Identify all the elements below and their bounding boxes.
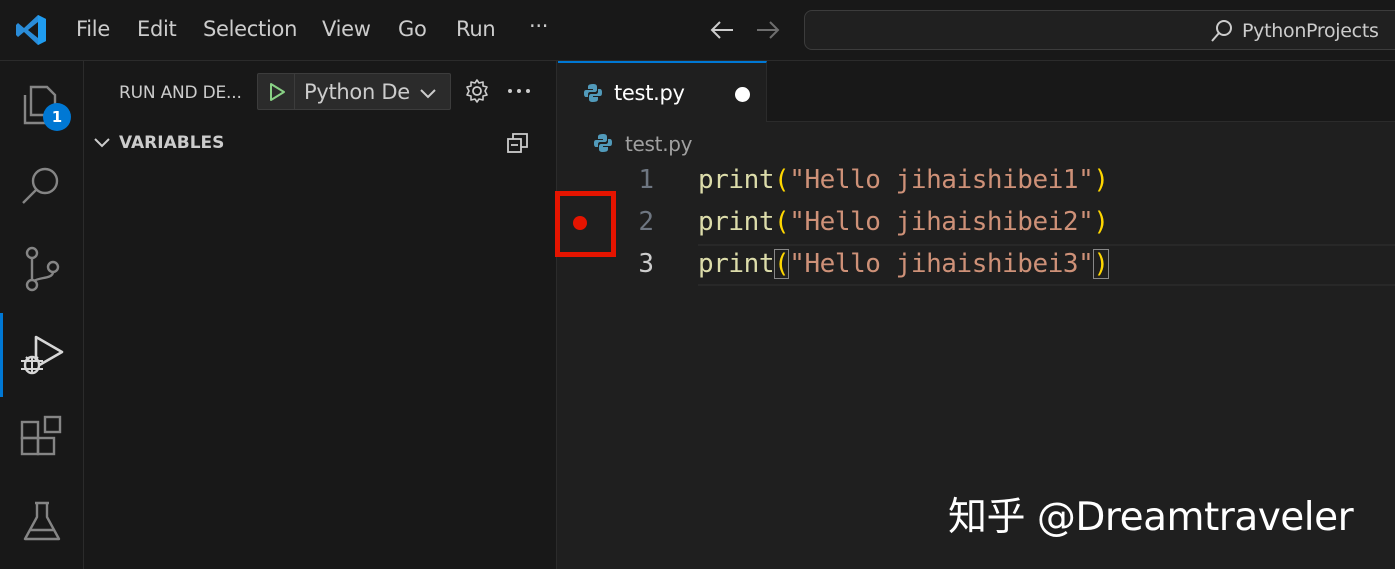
menu-edit[interactable]: Edit (137, 17, 177, 41)
launch-config-label: Python De (304, 80, 410, 104)
menu-more[interactable]: ··· (529, 14, 548, 38)
unsaved-indicator[interactable] (735, 87, 750, 102)
back-arrow-icon[interactable] (707, 15, 737, 45)
divider (294, 74, 295, 109)
tab-label: test.py (614, 81, 685, 105)
forward-arrow-icon[interactable] (753, 15, 783, 45)
python-file-icon (584, 84, 602, 102)
run-debug-icon[interactable] (17, 329, 67, 379)
workspace-name: PythonProjects (1242, 20, 1379, 42)
extensions-icon[interactable] (17, 413, 67, 463)
menu-go[interactable]: Go (398, 17, 427, 41)
breakpoint-icon[interactable] (573, 216, 587, 230)
code-paren: ) (1093, 249, 1109, 279)
line-number: 2 (638, 207, 654, 237)
menu-file[interactable]: File (76, 17, 110, 41)
code-paren: ) (1093, 207, 1109, 237)
code-string: "Hello jihaishibei1" (789, 165, 1094, 195)
code-function: print (698, 249, 775, 279)
sidebar-title: RUN AND DE... (119, 83, 242, 103)
source-control-icon[interactable] (17, 245, 67, 295)
watermark: 知乎 @Dreamtraveler (948, 495, 1354, 540)
tab-test-py[interactable]: test.py (558, 61, 767, 122)
line-number: 3 (638, 249, 654, 279)
activity-bar: 1 (0, 61, 84, 569)
editor-tabs: test.py (558, 61, 1395, 122)
line-number: 1 (638, 165, 654, 195)
code-string: "Hello jihaishibei2" (789, 207, 1094, 237)
gear-icon[interactable] (464, 78, 490, 104)
code-paren: ( (774, 165, 790, 195)
vscode-logo-icon (16, 15, 46, 45)
start-debugging-icon[interactable] (266, 81, 288, 103)
breadcrumb[interactable]: test.py (625, 132, 693, 156)
menu-selection[interactable]: Selection (203, 17, 297, 41)
code-paren: ( (774, 249, 790, 279)
menu-view[interactable]: View (322, 17, 371, 41)
active-view-indicator (0, 313, 3, 397)
editor-area: test.py test.py 1 2 3 print("Hello jihai… (555, 61, 1395, 569)
code-line[interactable]: print("Hello jihaishibei2") (698, 207, 1109, 237)
search-icon (1211, 20, 1232, 42)
code-line[interactable]: print("Hello jihaishibei3") (698, 249, 1109, 279)
run-debug-sidebar: RUN AND DE... Python De VARIABLES (84, 61, 557, 569)
code-string: "Hello jihaishibei3" (789, 249, 1094, 279)
chevron-down-icon (420, 89, 436, 99)
code-function: print (698, 207, 775, 237)
explorer-badge: 1 (43, 103, 71, 131)
search-icon[interactable] (17, 161, 67, 211)
more-actions-icon[interactable] (506, 78, 532, 104)
title-bar: File Edit Selection View Go Run ··· Pyth… (0, 0, 1395, 61)
command-center[interactable]: PythonProjects (804, 10, 1395, 50)
variables-title: VARIABLES (119, 133, 225, 153)
chevron-down-icon (94, 138, 110, 148)
testing-icon[interactable] (17, 497, 67, 547)
variables-section-header[interactable]: VARIABLES (84, 127, 556, 159)
code-function: print (698, 165, 775, 195)
code-paren: ) (1093, 165, 1109, 195)
code-line[interactable]: print("Hello jihaishibei1") (698, 165, 1109, 195)
launch-config-dropdown[interactable]: Python De (257, 73, 451, 110)
menu-run[interactable]: Run (456, 17, 496, 41)
collapse-all-icon[interactable] (505, 130, 531, 156)
code-paren: ( (774, 207, 790, 237)
python-file-icon (594, 134, 612, 152)
